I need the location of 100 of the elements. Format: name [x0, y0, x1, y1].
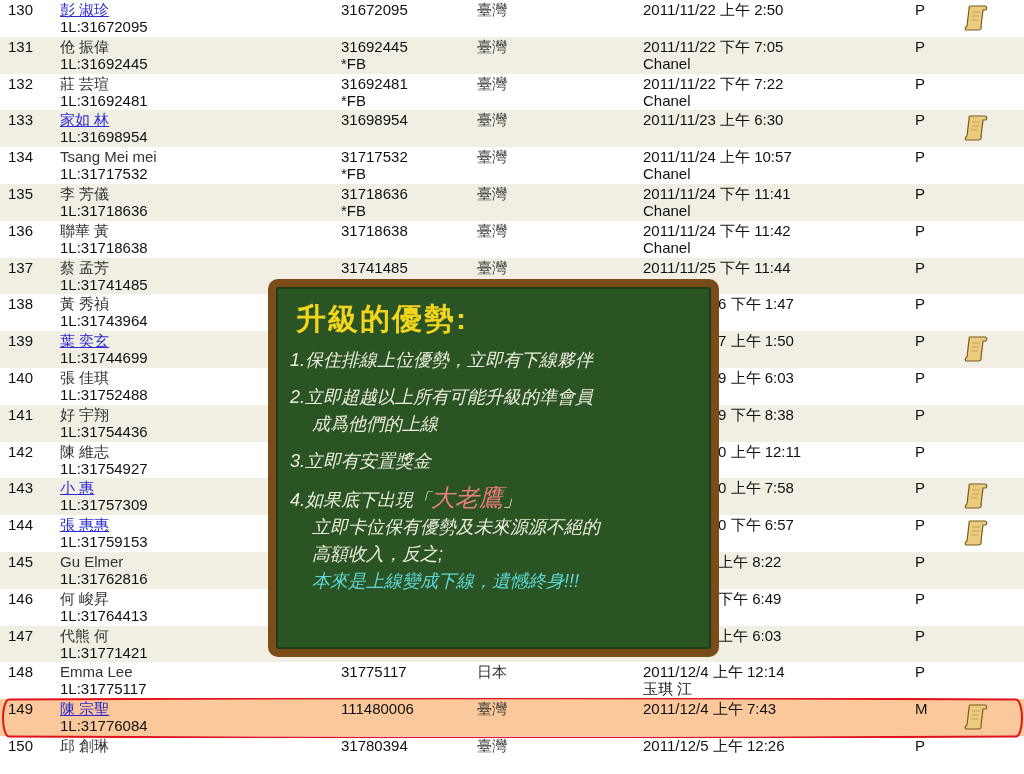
- member-id: 31780394: [341, 736, 408, 754]
- member-name-link[interactable]: 彭 淑珍: [60, 1, 110, 18]
- join-date: 2011/11/23 上午 6:30: [643, 111, 784, 129]
- member-name: 莊 芸瑄: [60, 74, 110, 92]
- member-name: 陳 維志: [60, 442, 110, 460]
- benefit-text: 1.保住排線上位優勢，立即有下線夥伴: [290, 349, 595, 371]
- join-date: 2011/11/24 下午 11:42: [643, 221, 791, 239]
- sponsor-id: 1L:31718638: [60, 238, 148, 256]
- join-date: 2011/11/24 下午 11:41: [643, 185, 791, 202]
- status-code: P: [915, 442, 925, 460]
- sponsor-id: 1L:31698954: [60, 128, 148, 146]
- row-number: 149: [8, 700, 34, 718]
- sponsor-id: 1L:31692481: [60, 91, 148, 109]
- sponsor-id: 1L:31743964: [60, 312, 148, 330]
- scroll-icon[interactable]: [963, 519, 989, 548]
- scroll-icon[interactable]: [963, 114, 989, 143]
- row-number: 141: [8, 405, 34, 423]
- status-code: P: [915, 1, 925, 18]
- benefit-text: 4.如果底下出現「大老鷹」: [290, 487, 522, 511]
- sponsor-id: 1L:31759153: [60, 533, 148, 551]
- status-code: P: [915, 552, 925, 570]
- status-code: P: [915, 589, 925, 607]
- sponsor-id: 1L:31741485: [60, 275, 148, 293]
- member-name-link[interactable]: 小 惠: [60, 479, 95, 497]
- row-number: 137: [8, 258, 34, 276]
- status-code: P: [915, 516, 925, 534]
- member-id: 31692481: [341, 74, 408, 92]
- row-number: 150: [8, 736, 34, 754]
- status-code: P: [915, 405, 925, 423]
- country: 臺灣: [477, 221, 507, 239]
- member-id: 31775117: [341, 663, 407, 681]
- member-name: 蔡 孟芳: [60, 258, 110, 276]
- join-date: 下午 6:49: [718, 589, 782, 607]
- member-name: 伧 振偉: [60, 37, 110, 55]
- status-code: P: [915, 663, 925, 681]
- member-id: 31672095: [341, 1, 408, 18]
- join-date: 2011/11/22 下午 7:22: [643, 74, 784, 92]
- country: 臺灣: [477, 185, 507, 202]
- country: 臺灣: [477, 74, 507, 92]
- country: 臺灣: [477, 700, 507, 718]
- member-name: 何 峻昇: [60, 589, 110, 607]
- row-number: 132: [8, 74, 34, 92]
- sponsor-id: 1L:31754927: [60, 459, 148, 477]
- status-code: P: [915, 221, 925, 239]
- status-code: M: [915, 700, 928, 718]
- join-date: 2011/11/24 上午 10:57: [643, 148, 792, 166]
- country: 日本: [477, 663, 507, 681]
- scroll-icon[interactable]: [963, 4, 989, 32]
- source-tag: *FB: [341, 165, 366, 183]
- join-date: 9 下午 8:38: [718, 405, 794, 423]
- referrer-name: 玉琪 江: [643, 680, 693, 698]
- country: 臺灣: [477, 148, 507, 166]
- scroll-icon[interactable]: [963, 335, 989, 364]
- referrer-name: Chanel: [643, 54, 691, 72]
- status-code: P: [915, 37, 925, 55]
- scroll-icon[interactable]: [963, 703, 989, 732]
- join-date: 0 上午 12:11: [718, 442, 802, 460]
- row-number: 147: [8, 626, 34, 644]
- chalkboard-title: 升級的優勢:: [296, 301, 469, 337]
- sponsor-id: 1L:31762816: [60, 569, 148, 587]
- sponsor-id: 1L:31757309: [60, 496, 148, 514]
- member-name-link[interactable]: 葉 奕玄: [60, 332, 110, 350]
- member-id: 31717532: [341, 148, 408, 166]
- member-id: 31741485: [341, 258, 408, 276]
- referrer-name: Chanel: [643, 165, 691, 183]
- sponsor-id: 1L:31718636: [60, 202, 148, 219]
- join-date: 上午 6:03: [718, 626, 782, 644]
- status-code: P: [915, 368, 925, 386]
- scroll-icon[interactable]: [963, 482, 989, 511]
- benefit-text: 高額收入，反之;: [311, 543, 444, 565]
- member-name: Emma Lee: [60, 663, 133, 681]
- row-number: 135: [8, 185, 34, 202]
- benefit-text: 2.立即超越以上所有可能升級的準會員: [290, 386, 595, 408]
- member-id: 31718636: [341, 185, 408, 202]
- sponsor-id: 1L:31764413: [60, 606, 148, 624]
- member-name: 代熊 何: [60, 626, 110, 644]
- join-date: 2011/11/22 下午 7:05: [643, 37, 784, 55]
- country: 臺灣: [477, 258, 507, 276]
- status-code: P: [915, 736, 925, 754]
- member-name-link[interactable]: 張 惠惠: [60, 516, 110, 534]
- row-number: 143: [8, 479, 34, 497]
- country: 臺灣: [477, 1, 507, 18]
- member-name-link[interactable]: 家如 林: [60, 111, 110, 129]
- row-number: 136: [8, 221, 34, 239]
- join-date: 2011/11/25 下午 11:44: [643, 258, 791, 276]
- sponsor-id: 1L:31672095: [60, 18, 148, 35]
- benefit-text: 立即卡位保有優勢及未來源源不絕的: [311, 516, 602, 538]
- member-name-link[interactable]: 陳 宗聖: [60, 700, 110, 718]
- sponsor-id: 1L:31754436: [60, 422, 148, 440]
- member-name: 邱 創琳: [60, 736, 110, 754]
- member-name: 張 佳琪: [60, 368, 110, 386]
- status-code: P: [915, 295, 925, 313]
- join-date: 2011/12/4 上午 7:43: [643, 700, 777, 718]
- join-date: 0 下午 6:57: [718, 516, 794, 534]
- row-number: 144: [8, 516, 34, 534]
- member-id: 31692445: [341, 37, 408, 55]
- join-date: 9 上午 6:03: [718, 368, 794, 386]
- sponsor-id: 1L:31775117: [60, 680, 147, 698]
- status-code: P: [915, 479, 925, 497]
- join-date: 2011/12/5 上午 12:26: [643, 736, 785, 754]
